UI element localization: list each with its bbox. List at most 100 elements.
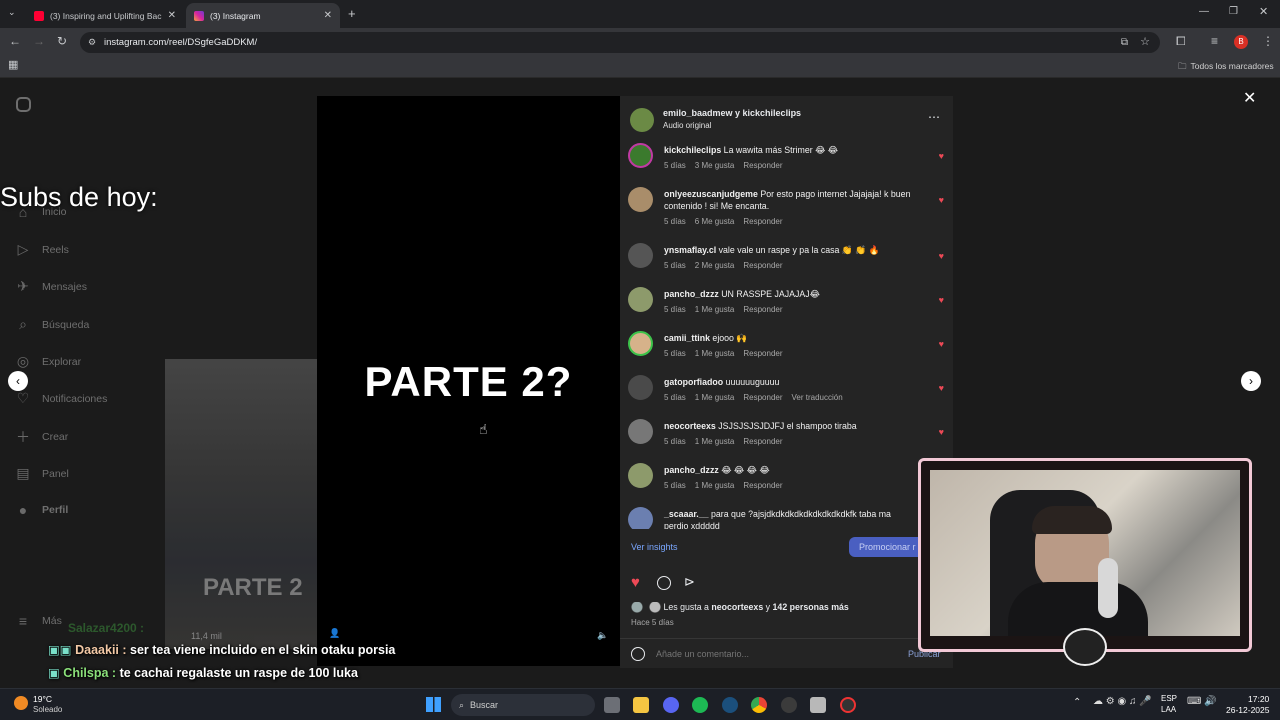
reply-button[interactable]: Responder	[743, 481, 782, 490]
reply-button[interactable]: Responder	[743, 393, 782, 402]
tab-instagram[interactable]: (3) Instagram ✕	[186, 3, 340, 28]
comment-user[interactable]: ynsmaflay.cl	[664, 245, 716, 255]
close-window-icon[interactable]: ✕	[1259, 7, 1268, 18]
clock-time[interactable]: 17:20	[1248, 694, 1269, 704]
weather-temp[interactable]: 19°C	[33, 694, 52, 704]
close-modal-icon[interactable]: ✕	[1243, 88, 1256, 108]
weather-icon[interactable]	[14, 696, 28, 710]
sidebar-item-notifications[interactable]: ♡ Notificaciones	[14, 390, 108, 407]
record-app-icon[interactable]	[840, 697, 856, 713]
comment-user[interactable]: neocorteexs	[664, 421, 716, 431]
restore-icon[interactable]: ❐	[1229, 7, 1238, 17]
comment-avatar[interactable]	[628, 463, 653, 488]
all-bookmarks-button[interactable]: 🗀 Todos los marcadores	[1178, 61, 1274, 75]
steam-icon[interactable]	[722, 697, 738, 713]
discord-icon[interactable]	[663, 697, 679, 713]
microphone-icon[interactable]: 🎤	[1139, 696, 1151, 707]
post-authors[interactable]: emilo_baadmew y kickchileclips	[663, 108, 801, 118]
likes-user[interactable]: neocorteexs	[711, 602, 763, 612]
url-bar[interactable]: ⚙ instagram.com/reel/DSgfeGaDDKM/ ⧉ ☆	[80, 32, 1160, 53]
obs-icon[interactable]	[781, 697, 797, 713]
windows-start-icon[interactable]	[426, 697, 441, 712]
extensions-icon[interactable]: ⧠	[1176, 35, 1186, 47]
sidebar-item-search[interactable]: ⌕ Búsqueda	[14, 316, 89, 333]
tab-youtube[interactable]: (3) Inspiring and Uplifting Back ✕	[26, 3, 184, 28]
comment-avatar[interactable]	[628, 419, 653, 444]
taskbar-search[interactable]: ⌕ Buscar	[451, 694, 595, 716]
more-options-icon[interactable]: ⋯	[928, 110, 940, 124]
insights-link[interactable]: Ver insights	[631, 542, 678, 552]
sidebar-item-create[interactable]: ＋ Crear	[14, 427, 68, 447]
comment-avatar[interactable]	[628, 507, 653, 529]
instagram-logo-icon[interactable]	[16, 97, 31, 112]
minimize-icon[interactable]: —	[1199, 7, 1209, 17]
tray-apps-icon[interactable]: ☁ ⚙ ◉ ♫	[1093, 696, 1137, 707]
comment-input[interactable]	[656, 645, 886, 663]
like-heart-icon[interactable]: ♥	[939, 151, 944, 161]
emoji-icon[interactable]	[631, 647, 645, 661]
reading-list-icon[interactable]: ≡	[1211, 35, 1218, 47]
language-indicator[interactable]: ESP	[1161, 694, 1177, 703]
previous-arrow-icon[interactable]: ‹	[8, 371, 28, 391]
like-heart-icon[interactable]: ♥	[939, 383, 944, 393]
comment-user[interactable]: _scaaar.__	[664, 509, 709, 519]
bookmark-star-icon[interactable]: ☆	[1140, 32, 1150, 53]
forward-icon[interactable]: →	[33, 35, 45, 47]
like-heart-icon[interactable]: ♥	[939, 195, 944, 205]
comment-user[interactable]: pancho_dzzz	[664, 289, 719, 299]
comment-user[interactable]: kickchileclips	[664, 145, 721, 155]
comment-user[interactable]: pancho_dzzz	[664, 465, 719, 475]
file-explorer-icon[interactable]	[633, 697, 649, 713]
like-heart-icon[interactable]: ♥	[939, 295, 944, 305]
close-icon[interactable]: ✕	[168, 10, 176, 21]
site-info-icon[interactable]: ⚙	[88, 32, 96, 53]
apps-grid-icon[interactable]: ▦	[8, 60, 18, 71]
previous-reel-preview[interactable]: PARTE 2 11,4 mil	[165, 359, 317, 649]
sidebar-item-profile[interactable]: ● Perfil	[14, 502, 69, 518]
comment-avatar[interactable]	[628, 243, 653, 268]
comment-user[interactable]: camii_ttink	[664, 333, 710, 343]
new-tab-icon[interactable]: +	[348, 7, 356, 20]
reply-button[interactable]: Responder	[743, 349, 782, 358]
reload-icon[interactable]: ↻	[57, 35, 67, 47]
next-arrow-icon[interactable]: ›	[1241, 371, 1261, 391]
likes-count[interactable]: 142 personas más	[773, 602, 849, 612]
like-heart-icon[interactable]: ♥	[631, 574, 640, 591]
likes-summary[interactable]: Les gusta a neocorteexs y 142 personas m…	[631, 602, 849, 614]
chrome-icon[interactable]	[751, 697, 767, 713]
reply-button[interactable]: Responder	[743, 161, 782, 170]
spotify-icon[interactable]	[692, 697, 708, 713]
clock-date[interactable]: 26-12-2025	[1226, 705, 1269, 715]
tagged-user-icon[interactable]: 👤	[329, 628, 340, 639]
menu-dots-icon[interactable]: ⋮	[1262, 35, 1274, 47]
tab-search-icon[interactable]: ⌄	[8, 8, 16, 17]
back-icon[interactable]: ←	[9, 35, 21, 47]
author-avatar[interactable]	[630, 108, 654, 132]
comment-avatar[interactable]	[628, 143, 653, 168]
app-icon[interactable]	[810, 697, 826, 713]
tray-chevron-icon[interactable]: ⌃	[1073, 697, 1081, 708]
sidebar-item-more[interactable]: ≡ Más	[14, 613, 62, 629]
sidebar-item-explore[interactable]: ◎ Explorar	[14, 353, 81, 370]
network-volume-icon[interactable]: ⌨ 🔊	[1187, 696, 1217, 707]
mute-icon[interactable]: 🔈	[597, 630, 608, 641]
share-icon[interactable]: ⊳	[684, 574, 695, 590]
close-icon[interactable]: ✕	[324, 10, 332, 21]
reply-button[interactable]: Responder	[743, 217, 782, 226]
comment-avatar[interactable]	[628, 287, 653, 312]
like-heart-icon[interactable]: ♥	[939, 251, 944, 261]
reply-button[interactable]: Responder	[743, 261, 782, 270]
like-heart-icon[interactable]: ♥	[939, 427, 944, 437]
reply-button[interactable]: Responder	[743, 305, 782, 314]
reply-button[interactable]: Responder	[743, 437, 782, 446]
translate-button[interactable]: Ver traducción	[792, 393, 843, 402]
reel-video[interactable]: PARTE 2? ☝ 👤 🔈	[317, 96, 620, 666]
comment-avatar[interactable]	[628, 187, 653, 212]
sidebar-item-reels[interactable]: ▷ Reels	[14, 241, 69, 258]
profile-avatar[interactable]: B	[1234, 35, 1248, 49]
task-view-icon[interactable]	[604, 697, 620, 713]
like-heart-icon[interactable]: ♥	[939, 339, 944, 349]
sidebar-item-messages[interactable]: ✈ Mensajes	[14, 278, 87, 295]
comment-user[interactable]: onlyeezuscanjudgeme	[664, 189, 758, 199]
comment-bubble-icon[interactable]	[657, 576, 671, 590]
